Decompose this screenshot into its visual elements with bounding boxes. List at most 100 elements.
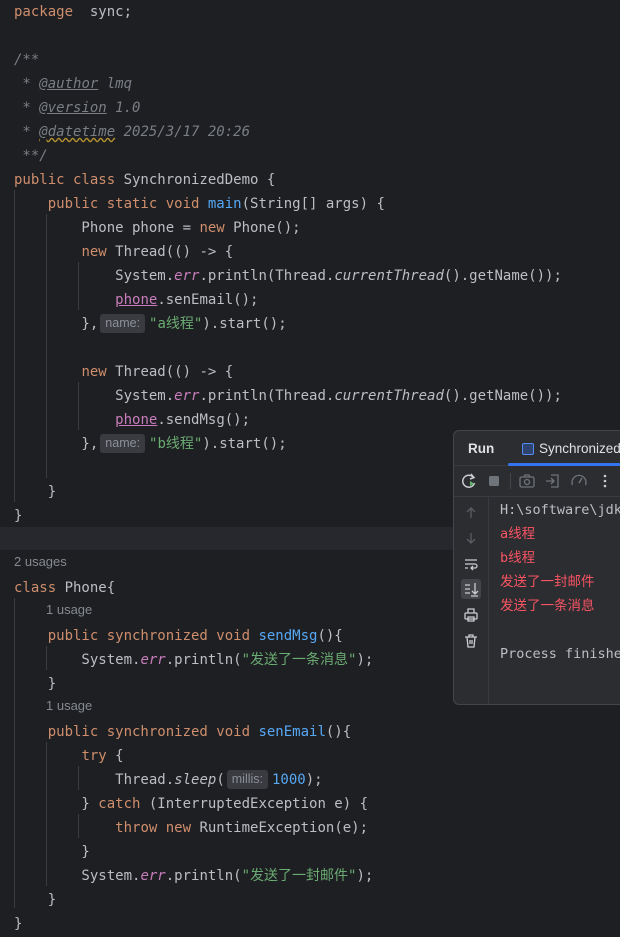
code-token: Phone();: [233, 220, 301, 236]
usages-hint-sen-email[interactable]: 1 usage: [46, 694, 92, 718]
code-token: /**: [14, 52, 40, 68]
code-line[interactable]: System.err.println("发送了一条消息");: [14, 648, 373, 672]
usages-hint-phone-class[interactable]: 2 usages: [14, 550, 67, 574]
run-config-tab-label: SynchronizedDemo: [539, 441, 620, 456]
code-line[interactable]: **/: [14, 144, 48, 168]
code-token: ).start();: [202, 316, 287, 332]
code-line[interactable]: System.err.println("发送了一封邮件");: [14, 864, 373, 888]
code-line[interactable]: }: [14, 888, 56, 912]
code-token: "b线程": [149, 436, 203, 452]
code-line[interactable]: }: [14, 840, 90, 864]
code-token: try: [81, 748, 116, 764]
code-token: err: [140, 868, 166, 884]
run-tool-window: Run SynchronizedDemo: [453, 430, 620, 705]
code-line[interactable]: System.err.println(Thread.currentThread(…: [14, 384, 562, 408]
code-line[interactable]: new Thread(() -> {: [14, 240, 233, 264]
code-line[interactable]: new Thread(() -> {: [14, 360, 233, 384]
code-line[interactable]: phone.sendMsg();: [14, 408, 250, 432]
code-token: **/: [14, 148, 48, 164]
code-line[interactable]: package sync;: [14, 0, 132, 24]
console-line: Process finished: [500, 646, 620, 662]
code-token: }: [14, 676, 57, 692]
code-line[interactable]: }, name: "a线程").start();: [14, 312, 287, 336]
code-line[interactable]: public synchronized void senEmail(){: [14, 720, 351, 744]
code-token: phone: [115, 292, 158, 308]
code-line[interactable]: throw new RuntimeException(e);: [14, 816, 368, 840]
code-token: public class: [14, 172, 124, 188]
rerun-icon[interactable]: [459, 471, 479, 491]
code-line[interactable]: Thread.sleep(millis: 1000);: [14, 768, 323, 792]
more-options-icon[interactable]: [595, 471, 615, 491]
code-token: "发送了一封邮件": [241, 868, 357, 884]
code-line[interactable]: }, name: "b线程").start();: [14, 432, 287, 456]
code-token: },: [14, 436, 99, 452]
code-line[interactable]: } catch (InterruptedException e) {: [14, 792, 368, 816]
code-line[interactable]: }: [14, 912, 22, 936]
console-line: b线程: [500, 550, 536, 566]
code-token: senEmail: [258, 724, 326, 740]
code-line[interactable]: System.err.println(Thread.currentThread(…: [14, 264, 562, 288]
code-token: "a线程": [149, 316, 203, 332]
code-token: class: [14, 580, 65, 596]
code-line[interactable]: public synchronized void sendMsg(){: [14, 624, 343, 648]
code-token: Phone{: [64, 580, 116, 596]
code-token: package: [14, 4, 74, 20]
soft-wrap-icon[interactable]: [461, 554, 481, 574]
scroll-up-icon[interactable]: [461, 503, 481, 523]
code-token: RuntimeException(e);: [199, 820, 369, 836]
code-line[interactable]: phone.senEmail();: [14, 288, 258, 312]
code-token: (InterruptedException e) {: [148, 796, 369, 812]
clear-all-icon[interactable]: [461, 631, 481, 651]
usages-hint-send-msg[interactable]: 1 usage: [46, 598, 92, 622]
code-token: @version: [39, 100, 107, 116]
code-token: }: [14, 508, 23, 524]
code-token: },: [14, 316, 99, 332]
code-line[interactable]: try {: [14, 744, 123, 768]
code-line[interactable]: Phone phone = new Phone();: [14, 216, 301, 240]
code-line[interactable]: * @version 1.0: [14, 96, 140, 120]
run-window-title[interactable]: Run: [468, 441, 494, 456]
code-line[interactable]: * @datetime 2025/3/17 20:26: [14, 120, 250, 144]
console-line: a线程: [500, 526, 536, 542]
code-token: .senEmail();: [157, 292, 259, 308]
code-token: lmq: [98, 76, 133, 92]
code-token: new: [199, 220, 234, 236]
code-line[interactable]: /**: [14, 48, 39, 72]
code-line[interactable]: }: [14, 480, 56, 504]
code-line[interactable]: public static void main(String[] args) {: [14, 192, 385, 216]
code-token: 2025/3/17 20:26: [115, 124, 251, 140]
code-token: ().getName());: [443, 268, 562, 284]
profiler-icon[interactable]: [569, 471, 589, 491]
code-token: sync;: [73, 4, 133, 20]
code-line[interactable]: * @author lmq: [14, 72, 132, 96]
code-token: new: [81, 244, 116, 260]
exit-icon[interactable]: [543, 471, 563, 491]
console-line: 发送了一封邮件: [500, 574, 595, 590]
code-token: Thread(() -> {: [115, 364, 234, 380]
code-line[interactable]: }: [14, 504, 22, 528]
code-token: }: [14, 844, 90, 860]
code-token: "发送了一条消息": [241, 652, 357, 668]
code-token: *: [14, 100, 40, 116]
code-token: .println(Thread.: [199, 388, 335, 404]
run-toolbar: [454, 466, 620, 497]
code-token: public synchronized void: [47, 724, 259, 740]
code-line[interactable]: public class SynchronizedDemo {: [14, 168, 275, 192]
code-token: err: [174, 268, 200, 284]
code-line[interactable]: }: [14, 672, 56, 696]
scroll-down-icon[interactable]: [461, 528, 481, 548]
code-token: public synchronized void: [47, 628, 259, 644]
code-token: @author: [39, 76, 99, 92]
run-config-tab[interactable]: SynchronizedDemo: [508, 431, 620, 466]
code-token: SynchronizedDemo {: [123, 172, 276, 188]
code-token: ).start();: [202, 436, 287, 452]
code-line[interactable]: class Phone{: [14, 576, 115, 600]
scroll-to-end-icon[interactable]: [461, 579, 481, 599]
code-token: catch: [98, 796, 149, 812]
camera-icon[interactable]: [517, 471, 537, 491]
stop-icon[interactable]: [484, 471, 504, 491]
print-icon[interactable]: [461, 605, 481, 625]
